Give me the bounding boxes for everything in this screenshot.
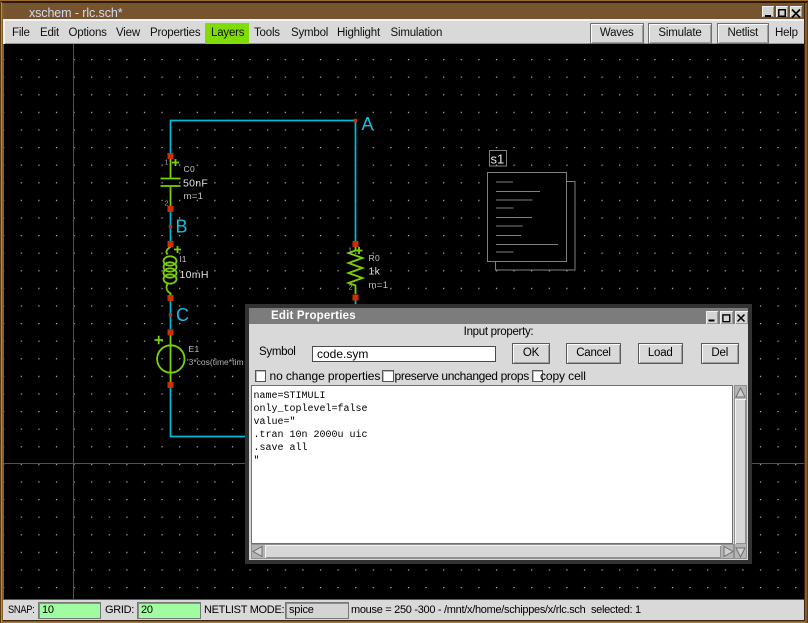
svg-text:l1: l1 (180, 254, 187, 264)
svg-text:s1: s1 (491, 152, 505, 167)
svg-text:10mH: 10mH (180, 269, 209, 281)
svg-text:2: 2 (165, 201, 169, 208)
svg-text:B: B (176, 217, 188, 237)
svg-text:1: 1 (165, 160, 169, 167)
svg-text:2: 2 (349, 285, 353, 292)
svg-text:1: 1 (348, 248, 352, 255)
svg-text:C: C (176, 305, 189, 325)
svg-text:m=1: m=1 (184, 191, 204, 202)
svg-text:R0: R0 (369, 253, 380, 263)
svg-text:m=1: m=1 (369, 280, 389, 291)
svg-text:1k: 1k (369, 266, 381, 278)
svg-text:50nF: 50nF (183, 178, 208, 190)
svg-text:'3*cos(time*tim: '3*cos(time*tim (187, 357, 243, 367)
svg-text:E1: E1 (189, 344, 200, 354)
svg-text:A: A (362, 114, 374, 134)
svg-text:C0: C0 (184, 164, 195, 174)
